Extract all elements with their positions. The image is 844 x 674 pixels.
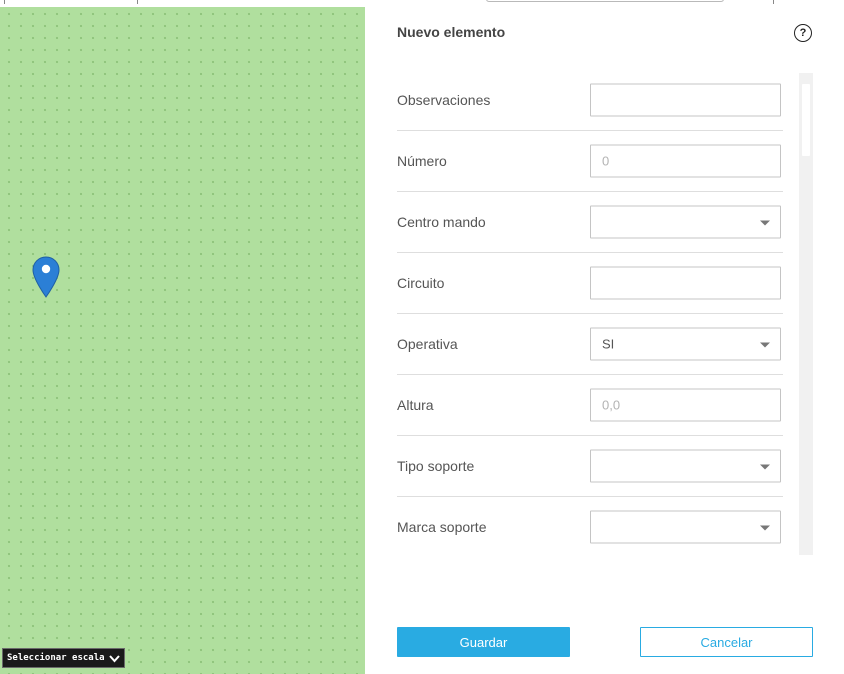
marca-soporte-select[interactable] [590, 510, 781, 544]
scale-selector[interactable]: Seleccionar escala [2, 648, 125, 668]
altura-placeholder: 0,0 [602, 397, 621, 413]
field-label: Circuito [397, 275, 445, 291]
field-label: Tipo soporte [397, 458, 475, 474]
map-view[interactable] [0, 7, 365, 674]
chevron-down-icon [108, 654, 120, 662]
caret-down-icon [760, 525, 770, 530]
centro-mando-select[interactable] [590, 205, 781, 239]
altura-input[interactable]: 0,0 [590, 388, 781, 422]
field-label: Marca soporte [397, 519, 487, 535]
operativa-select[interactable]: SI [590, 327, 781, 361]
form-scrollbar-thumb[interactable] [802, 84, 810, 156]
map-pin-icon[interactable] [32, 256, 60, 298]
form-row-operativa: Operativa SI [397, 314, 783, 375]
tipo-soporte-select[interactable] [590, 449, 781, 483]
question-circle-icon[interactable]: ? [794, 24, 812, 42]
top-divider [773, 0, 774, 4]
form-row-circuito: Circuito [397, 253, 783, 314]
save-button[interactable]: Guardar [397, 627, 570, 657]
caret-down-icon [760, 220, 770, 225]
field-label: Observaciones [397, 92, 491, 108]
help-glyph: ? [799, 27, 807, 39]
field-label: Centro mando [397, 214, 486, 230]
form-row-observaciones: Observaciones [397, 70, 783, 131]
caret-down-icon [760, 464, 770, 469]
top-divider [4, 0, 5, 4]
operativa-value: SI [602, 336, 615, 352]
numero-placeholder: 0 [602, 153, 610, 169]
field-label: Altura [397, 397, 434, 413]
top-strip [0, 0, 365, 7]
numero-input[interactable]: 0 [590, 144, 781, 178]
panel-title: Nuevo elemento [397, 24, 506, 40]
cancel-button[interactable]: Cancelar [640, 627, 813, 657]
caret-down-icon [760, 342, 770, 347]
form-row-centro-mando: Centro mando [397, 192, 783, 253]
circuito-input[interactable] [590, 266, 781, 300]
top-divider [137, 0, 138, 4]
form-row-marca-soporte: Marca soporte [397, 497, 783, 554]
field-label: Número [397, 153, 447, 169]
form-row-tipo-soporte: Tipo soporte [397, 436, 783, 497]
scale-selector-label: Seleccionar escala [7, 653, 105, 663]
form-row-numero: Número 0 [397, 131, 783, 192]
top-search-field-edge[interactable] [486, 0, 724, 2]
form-scroll-area[interactable]: Observaciones Número 0 Centro mando Circ… [397, 70, 783, 554]
observaciones-input[interactable] [590, 83, 781, 117]
field-label: Operativa [397, 336, 458, 352]
form-row-altura: Altura 0,0 [397, 375, 783, 436]
